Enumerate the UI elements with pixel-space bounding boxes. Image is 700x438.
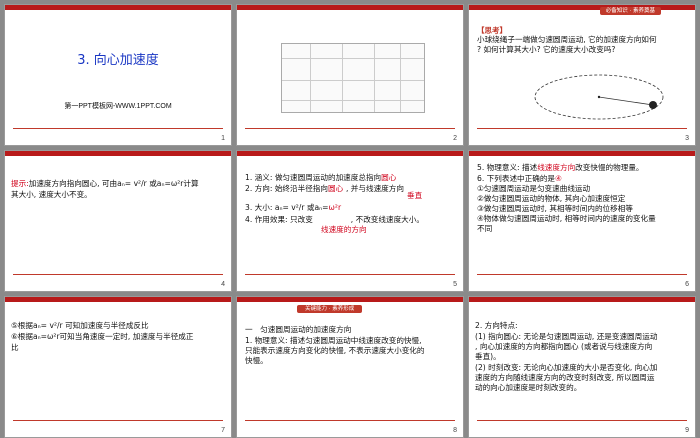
- section-heading: 一 匀速圆周运动的加速度方向: [245, 325, 352, 334]
- body-line-2: 只能表示速度方向变化的快慢, 不表示速度大小变化的: [245, 346, 425, 355]
- option-4: ④物体做匀速圆周运动时, 相等时间内的速度的变化量: [477, 214, 656, 223]
- slide-top-bar: [5, 297, 231, 302]
- hint-line-2: 其大小, 速度大小不变。: [11, 190, 92, 199]
- slide-bottom-line: [245, 420, 455, 421]
- option-2: ②做匀速圆周运动的物体, 其向心加速度恒定: [477, 194, 626, 203]
- option-6-cont: 比: [11, 343, 19, 352]
- body-line-3: 快慢。: [245, 356, 268, 365]
- slide-top-bar: [469, 297, 695, 302]
- slide-bottom-line: [477, 128, 687, 129]
- slide-top-bar: [5, 151, 231, 156]
- slide-number: 6: [685, 281, 689, 288]
- option-4-cont: 不同: [477, 224, 493, 233]
- slide-number: 7: [221, 427, 225, 434]
- slide-bottom-line: [477, 274, 687, 275]
- slide-bottom-line: [13, 128, 223, 129]
- slide-top-bar: [469, 5, 695, 10]
- fill-answer: ω²r: [328, 203, 342, 212]
- slide-number: 9: [685, 427, 689, 434]
- slide-bottom-line: [245, 128, 455, 129]
- option-6: ⑥根据aₙ=ω²r可知当角速度一定时, 加速度与半径成正: [11, 332, 194, 341]
- option-1: ①匀速圆周运动是匀变速曲线运动: [477, 184, 591, 193]
- slide-top-bar: [237, 5, 463, 10]
- body-line-7: 动的向心加速度是时刻改变的。: [475, 383, 582, 392]
- section-tag: 必备知识 · 素养奠基: [599, 7, 661, 15]
- slide-1[interactable]: 3. 向心加速度 第一PPT模板网-WWW.1PPT.COM 1: [4, 4, 232, 146]
- direction-line: 2. 方向: 始终沿半径指向圆心, 并与线速度方向: [245, 184, 404, 193]
- hint-label: 提示:: [11, 179, 29, 188]
- slide-bottom-line: [13, 420, 223, 421]
- body-line-5: (2) 时刻改变: 无论向心加速度的大小是否变化, 向心加: [475, 363, 658, 372]
- magnitude-line: 3. 大小: aₙ= v²/r 或aₙ=ω²r: [245, 203, 342, 212]
- slide-title: 3. 向心加速度: [77, 53, 159, 68]
- slide-number: 8: [453, 427, 457, 434]
- slide-top-bar: [5, 5, 231, 10]
- option-5: ⑤根据aₙ= v²/r 可知加速度与半径成反比: [11, 321, 149, 330]
- slide-number: 1: [221, 135, 225, 142]
- slide-8[interactable]: 关键能力 · 素养形成 一 匀速圆周运动的加速度方向 1. 物理意义: 描述匀速…: [236, 296, 464, 438]
- slide-4[interactable]: 提示:加速度方向指向圆心, 可由aₙ= v²/r 或aₙ=ω²r计算 其大小, …: [4, 150, 232, 292]
- definition-line: 1. 涵义: 做匀速圆周运动的加速度总指向圆心: [245, 173, 397, 182]
- circular-motion-diagram: [534, 74, 664, 120]
- body-line-4: 垂直)。: [475, 352, 501, 361]
- body-line-1: 1. 物理意义: 描述匀速圆周运动中线速度改变的快慢,: [245, 336, 422, 345]
- slide-number: 5: [453, 281, 457, 288]
- fill-answer: 圆心: [327, 184, 344, 193]
- fill-answer: ④: [555, 174, 562, 183]
- fill-answer: 线速度的方向: [321, 225, 367, 234]
- body-line-1: 2. 方向特点:: [475, 321, 518, 330]
- slide-7[interactable]: ⑤根据aₙ= v²/r 可知加速度与半径成反比 ⑥根据aₙ=ω²r可知当角速度一…: [4, 296, 232, 438]
- slide-2[interactable]: 2: [236, 4, 464, 146]
- table-image: [281, 43, 425, 113]
- slide-number: 3: [685, 135, 689, 142]
- slide-number: 2: [453, 135, 457, 142]
- slide-bottom-line: [13, 274, 223, 275]
- slide-top-bar: [237, 297, 463, 302]
- body-line-6: 速度的方向随线速度方向的改变时刻改变, 所以圆周运: [475, 373, 655, 382]
- body-line-2: (1) 指向圆心: 无论是匀速圆周运动, 还是变速圆周运动: [475, 332, 658, 341]
- option-3: ③做匀速圆周运动时, 其相等时间内的位移相等: [477, 204, 633, 213]
- question-line: 6. 下列表述中正确的是④: [477, 174, 562, 183]
- fill-answer: 垂直: [407, 191, 423, 200]
- slide-top-bar: [237, 151, 463, 156]
- slide-bottom-line: [245, 274, 455, 275]
- effect-line: 4. 作用效果: 只改变, 不改变线速度大小。: [245, 215, 424, 224]
- fill-answer: 圆心: [381, 173, 397, 182]
- hint-line-1: 提示:加速度方向指向圆心, 可由aₙ= v²/r 或aₙ=ω²r计算: [11, 179, 229, 189]
- hint-text: 加速度方向指向圆心, 可由aₙ= v²/r 或aₙ=ω²r计算: [28, 179, 199, 188]
- section-tag: 关键能力 · 素养形成: [297, 305, 363, 313]
- question-line-1: 小球绕绳子一端做匀速圆周运动, 它的加速度方向如何: [477, 35, 657, 44]
- slide-subtitle: 第一PPT模板网-WWW.1PPT.COM: [64, 103, 172, 110]
- slide-top-bar: [469, 151, 695, 156]
- slide-bottom-line: [477, 420, 687, 421]
- meaning-line: 5. 物理意义: 描述线速度方向改变快慢的物理量。: [477, 163, 644, 172]
- body-line-3: , 向心加速度的方向都指向圆心 (或者说与线速度方向: [475, 342, 653, 351]
- slide-6[interactable]: 5. 物理意义: 描述线速度方向改变快慢的物理量。 6. 下列表述中正确的是④ …: [468, 150, 696, 292]
- slide-5[interactable]: 1. 涵义: 做匀速圆周运动的加速度总指向圆心 2. 方向: 始终沿半径指向圆心…: [236, 150, 464, 292]
- fill-answer: 线速度方向: [537, 163, 576, 172]
- slide-number: 4: [221, 281, 225, 288]
- question-line-2: ? 如何计算其大小? 它的速度大小改变吗?: [477, 45, 616, 54]
- slide-9[interactable]: 2. 方向特点: (1) 指向圆心: 无论是匀速圆周运动, 还是变速圆周运动 ,…: [468, 296, 696, 438]
- slide-3[interactable]: 必备知识 · 素养奠基 【思考】 小球绕绳子一端做匀速圆周运动, 它的加速度方向…: [468, 4, 696, 146]
- slide-grid: 3. 向心加速度 第一PPT模板网-WWW.1PPT.COM 1 2 必备知识 …: [0, 0, 700, 438]
